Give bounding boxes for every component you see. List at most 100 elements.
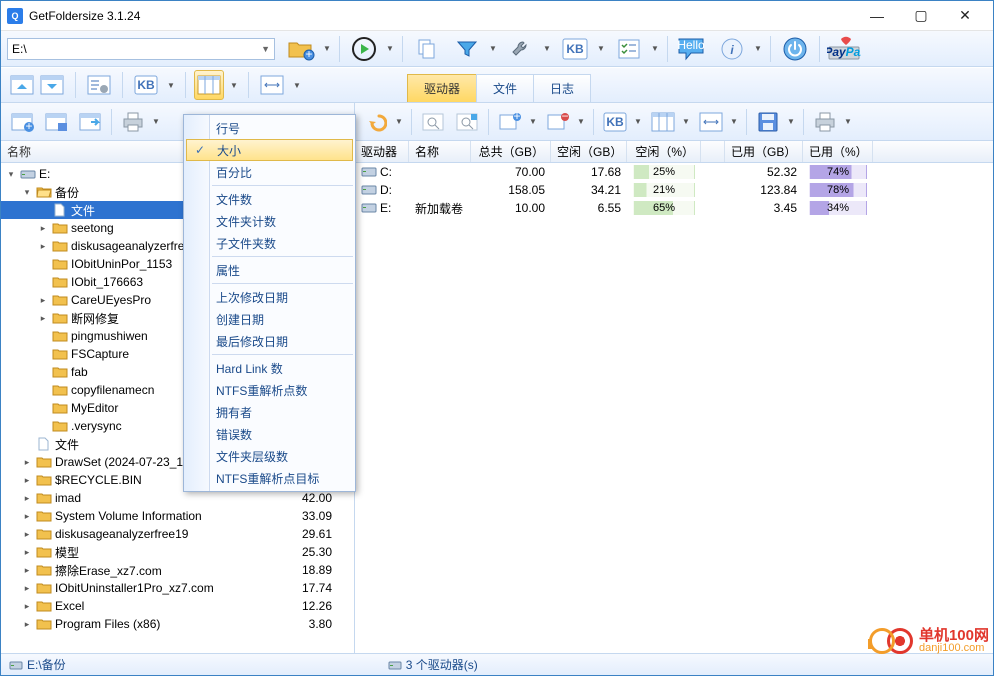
grid-header-cell[interactable]: 总共（GB） (471, 141, 551, 162)
grid-header-cell[interactable]: 已用（GB） (725, 141, 803, 162)
copy-button[interactable] (409, 32, 445, 66)
expander-icon[interactable]: ▸ (21, 474, 33, 486)
kb-dd-icon[interactable]: ▼ (597, 44, 607, 53)
tab-logs[interactable]: 日志 (533, 74, 591, 102)
path-input[interactable]: E:\ ▼ (7, 38, 275, 60)
expander-icon[interactable] (37, 258, 49, 270)
format-remove-dd-icon[interactable]: ▼ (577, 117, 587, 126)
expander-icon[interactable] (37, 204, 49, 216)
expander-icon[interactable] (37, 276, 49, 288)
minimize-button[interactable]: — (855, 2, 899, 30)
menu-item[interactable]: 文件夹层级数 (184, 445, 355, 467)
expander-icon[interactable]: ▸ (37, 240, 49, 252)
menu-item[interactable]: 创建日期 (184, 308, 355, 330)
wrench-button[interactable] (503, 32, 539, 66)
menu-item[interactable]: 子文件夹数 (184, 232, 355, 254)
grid-header-cell[interactable]: 名称 (409, 141, 471, 162)
tree-row[interactable]: ▸模型25.30 (1, 543, 354, 561)
wrench-dd-icon[interactable]: ▼ (543, 44, 553, 53)
expander-icon[interactable]: ▸ (21, 456, 33, 468)
tab-drives[interactable]: 驱动器 (407, 74, 477, 102)
menu-item[interactable]: 最后修改日期 (184, 330, 355, 352)
checklist-dd-icon[interactable]: ▼ (651, 44, 661, 53)
save-dd-icon[interactable]: ▼ (787, 117, 797, 126)
expander-icon[interactable] (37, 420, 49, 432)
grid-header-cell[interactable]: 驱动器 (355, 141, 409, 162)
expander-icon[interactable]: ▸ (21, 582, 33, 594)
grid-hresize-dd-icon[interactable]: ▼ (730, 117, 740, 126)
expander-icon[interactable]: ▸ (21, 510, 33, 522)
info-button[interactable]: i (714, 32, 750, 66)
menu-item[interactable]: ✓大小 (186, 139, 353, 161)
expander-icon[interactable]: ▸ (21, 546, 33, 558)
path-dropdown-icon[interactable]: ▼ (261, 44, 270, 54)
checklist-button[interactable] (611, 32, 647, 66)
expander-icon[interactable]: ▾ (21, 186, 33, 198)
export-arrow-button[interactable] (75, 107, 105, 137)
paypal-button[interactable]: PayPal (826, 32, 862, 66)
close-button[interactable]: ✕ (943, 2, 987, 30)
export-add-button[interactable]: + (7, 107, 37, 137)
kb-grid-button[interactable]: KB (600, 107, 630, 137)
grid-row[interactable]: C:70.0017.6825%52.3274% (355, 163, 993, 181)
print-grid-button[interactable] (810, 107, 840, 137)
grid-row[interactable]: E:新加载卷10.006.5565%3.4534% (355, 199, 993, 217)
menu-item[interactable]: 错误数 (184, 423, 355, 445)
maximize-button[interactable]: ▢ (899, 2, 943, 30)
tree-row[interactable]: ▸diskusageanalyzerfree1929.61 (1, 525, 354, 543)
hresize-button[interactable] (257, 70, 287, 100)
columns-context-menu[interactable]: 行号✓大小百分比文件数文件夹计数子文件夹数属性上次修改日期创建日期最后修改日期H… (183, 114, 356, 492)
expander-icon[interactable]: ▸ (21, 492, 33, 504)
kb-button[interactable]: KB (557, 32, 593, 66)
hresize-dd-icon[interactable]: ▼ (293, 81, 303, 90)
gear-list-button[interactable] (84, 70, 114, 100)
open-folder-button[interactable]: + (283, 32, 319, 66)
zoom-fit-button[interactable] (418, 107, 448, 137)
grid-header-cell[interactable]: 空闲（%） (627, 141, 701, 162)
tree-row[interactable]: ▸Program Files (x86)3.80 (1, 615, 354, 633)
expander-icon[interactable] (37, 348, 49, 360)
filter-dd-icon[interactable]: ▼ (489, 44, 499, 53)
export-save-button[interactable] (41, 107, 71, 137)
expander-icon[interactable]: ▸ (37, 222, 49, 234)
expander-icon[interactable]: ▸ (21, 528, 33, 540)
grid-header-cell[interactable]: 已用（%） (803, 141, 873, 162)
menu-item[interactable]: 上次修改日期 (184, 286, 355, 308)
menu-item[interactable]: NTFS重解析点数 (184, 379, 355, 401)
expander-icon[interactable]: ▸ (21, 618, 33, 630)
print-grid-dd-icon[interactable]: ▼ (844, 117, 854, 126)
expander-icon[interactable] (37, 366, 49, 378)
format-add-dd-icon[interactable]: ▼ (529, 117, 539, 126)
tab-files[interactable]: 文件 (476, 74, 534, 102)
grid-body[interactable]: C:70.0017.6825%52.3274%D:158.0534.2121%1… (355, 163, 993, 217)
open-folder-dd-icon[interactable]: ▼ (323, 44, 333, 53)
menu-item[interactable]: 行号 (184, 117, 355, 139)
expander-icon[interactable]: ▸ (37, 294, 49, 306)
format-add-button[interactable]: + (495, 107, 525, 137)
expander-icon[interactable] (37, 384, 49, 396)
columns-dd-icon[interactable]: ▼ (230, 81, 240, 90)
undo-dd-icon[interactable]: ▼ (395, 117, 405, 126)
expander-icon[interactable]: ▸ (37, 312, 49, 324)
play-dd-icon[interactable]: ▼ (386, 44, 396, 53)
menu-item[interactable]: 拥有者 (184, 401, 355, 423)
power-button[interactable] (777, 32, 813, 66)
grid-hresize-button[interactable] (696, 107, 726, 137)
zoom-sel-button[interactable] (452, 107, 482, 137)
undo-button[interactable] (361, 107, 391, 137)
filter-button[interactable] (449, 32, 485, 66)
panel-left-button[interactable] (7, 70, 37, 100)
menu-item[interactable]: 文件夹计数 (184, 210, 355, 232)
expander-icon[interactable] (37, 402, 49, 414)
expander-icon[interactable] (37, 330, 49, 342)
format-remove-button[interactable]: − (543, 107, 573, 137)
tree-row[interactable]: ▸System Volume Information33.09 (1, 507, 354, 525)
menu-item[interactable]: 文件数 (184, 188, 355, 210)
panel-right-button[interactable] (37, 70, 67, 100)
menu-item[interactable]: Hard Link 数 (184, 357, 355, 379)
menu-item[interactable]: 属性 (184, 259, 355, 281)
kb-grid-dd-icon[interactable]: ▼ (634, 117, 644, 126)
hello-button[interactable]: Hello (674, 32, 710, 66)
tree-row[interactable]: ▸IObitUninstaller1Pro_xz7.com17.74 (1, 579, 354, 597)
expander-icon[interactable]: ▾ (5, 168, 17, 180)
